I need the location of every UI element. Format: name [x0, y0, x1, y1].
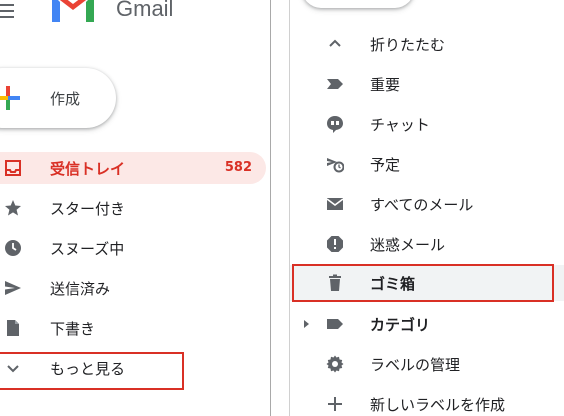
sidebar-left: Gmail 作成 受信トレイ 582 スター付き スヌーズ中 送信済み 下書き …: [0, 0, 270, 416]
highlight-box-more: [0, 352, 184, 390]
sidebar-item-starred[interactable]: スター付き: [0, 192, 266, 224]
scheduled-icon: [327, 158, 344, 173]
sidebar-item-label: 予定: [370, 156, 401, 174]
sidebar-item-scheduled[interactable]: 予定: [290, 146, 564, 182]
panel-divider: [270, 0, 290, 416]
sidebar-item-label: スター付き: [50, 200, 126, 218]
sidebar-item-label: カテゴリ: [370, 316, 431, 334]
highlight-box-trash: [292, 264, 554, 302]
chat-icon: [327, 116, 343, 133]
sidebar-item-label: 折りたたむ: [370, 36, 446, 54]
draft-icon: [7, 320, 19, 336]
sidebar-item-snoozed[interactable]: スヌーズ中: [0, 232, 266, 264]
sidebar-item-label: 受信トレイ: [50, 160, 126, 178]
send-icon: [5, 281, 21, 295]
chevron-up-icon: [329, 39, 341, 47]
sidebar-item-create-label[interactable]: 新しいラベルを作成: [290, 386, 564, 416]
sidebar-item-categories[interactable]: カテゴリ: [290, 306, 564, 342]
sidebar-item-manage-labels[interactable]: ラベルの管理: [290, 346, 564, 382]
inbox-icon: [5, 160, 21, 176]
sidebar-item-chat[interactable]: チャット: [290, 106, 564, 142]
spam-icon: [327, 236, 343, 252]
unread-count-badge: 582: [224, 160, 252, 175]
sidebar-item-label: 迷惑メール: [370, 236, 446, 254]
all-mail-icon: [326, 198, 344, 210]
sidebar-item-label: スヌーズ中: [50, 240, 125, 258]
sidebar-item-label: 重要: [370, 76, 401, 94]
sidebar-item-label: ラベルの管理: [370, 356, 461, 374]
compose-plus-icon: [0, 86, 20, 110]
sidebar-item-inbox[interactable]: 受信トレイ 582: [0, 152, 266, 184]
gmail-wordmark: Gmail: [116, 0, 174, 21]
sidebar-item-label: 送信済み: [50, 280, 111, 298]
gear-icon: [326, 355, 344, 373]
plus-icon: [328, 397, 342, 411]
sidebar-item-important[interactable]: 重要: [290, 66, 564, 102]
sidebar-item-label: 下書き: [50, 320, 96, 338]
label-icon: [327, 319, 343, 329]
sidebar-item-label: すべてのメール: [370, 196, 474, 214]
compose-label[interactable]: 作成: [50, 88, 80, 109]
sidebar-item-all-mail[interactable]: すべてのメール: [290, 186, 564, 222]
sidebar-item-label: チャット: [370, 116, 430, 134]
sidebar-item-collapse[interactable]: 折りたたむ: [290, 26, 564, 62]
expand-arrow-icon[interactable]: [304, 320, 309, 328]
clock-icon: [5, 240, 21, 256]
sidebar-item-label: 新しいラベルを作成: [370, 396, 506, 414]
important-icon: [327, 79, 343, 89]
sidebar-item-spam[interactable]: 迷惑メール: [290, 226, 564, 262]
sidebar-item-sent[interactable]: 送信済み: [0, 272, 266, 304]
gmail-logo-icon[interactable]: [48, 0, 98, 24]
sidebar-right: 折りたたむ 重要 チャット 予定 すべてのメール 迷惑メール ゴミ箱 カテゴリ …: [290, 0, 564, 416]
sidebar-item-drafts[interactable]: 下書き: [0, 312, 266, 344]
compose-button-partial[interactable]: [302, 0, 414, 8]
star-icon: [5, 200, 21, 216]
main-menu-icon[interactable]: [0, 4, 14, 18]
